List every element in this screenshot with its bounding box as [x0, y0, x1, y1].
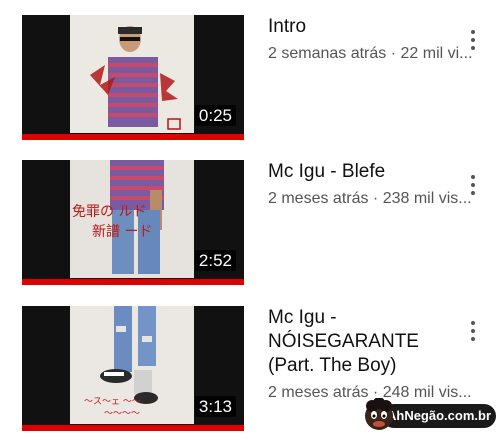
video-info[interactable]: Mc Igu - NÓISEGARANTE (Part. The Boy) 2 …: [268, 306, 472, 404]
mascot-face-icon: [362, 397, 396, 432]
video-info[interactable]: Intro 2 semanas atrás · 22 mil vi...: [268, 15, 473, 65]
watch-progress-bar: [22, 134, 244, 140]
site-watermark: AhNegão.com.br: [360, 396, 496, 436]
more-options-icon[interactable]: [466, 28, 480, 52]
watch-progress-bar: [22, 425, 244, 431]
duration-badge: 3:13: [194, 396, 236, 417]
duration-badge: 2:52: [194, 250, 236, 271]
svg-text:免罪の ルド: 免罪の ルド: [72, 204, 146, 220]
video-thumbnail[interactable]: 0:25: [22, 15, 244, 140]
duration-badge: 0:25: [194, 105, 236, 126]
thumbnail-image: 免罪の ルド 新譜 ード: [70, 160, 194, 278]
video-meta: 2 meses atrás · 238 mil vis...: [268, 190, 472, 207]
video-title[interactable]: Mc Igu - NÓISEGARANTE (Part. The Boy): [268, 306, 468, 378]
thumbnail-image: 〜ス〜ェ 〜〜 〜〜〜〜: [70, 306, 194, 424]
watch-progress-bar: [22, 279, 244, 285]
video-title[interactable]: Mc Igu - Blefe: [268, 160, 468, 184]
more-options-icon[interactable]: [466, 173, 480, 197]
video-thumbnail[interactable]: 免罪の ルド 新譜 ード 2:52: [22, 160, 244, 285]
watermark-text: AhNegão.com.br: [382, 404, 496, 428]
thumbnail-image: [70, 15, 194, 133]
video-meta: 2 semanas atrás · 22 mil vi...: [268, 45, 473, 62]
video-thumbnail[interactable]: 〜ス〜ェ 〜〜 〜〜〜〜 3:13: [22, 306, 244, 431]
more-options-icon[interactable]: [466, 319, 480, 343]
svg-text:新譜 ード: 新譜 ード: [92, 224, 152, 240]
video-info[interactable]: Mc Igu - Blefe 2 meses atrás · 238 mil v…: [268, 160, 472, 210]
video-item[interactable]: 免罪の ルド 新譜 ード 2:52 Mc Igu - Blefe 2 meses…: [0, 160, 500, 285]
svg-text:〜〜〜〜: 〜〜〜〜: [104, 409, 140, 419]
svg-text:〜ス〜ェ 〜〜: 〜ス〜ェ 〜〜: [84, 397, 141, 407]
video-item[interactable]: 0:25 Intro 2 semanas atrás · 22 mil vi..…: [0, 15, 500, 140]
video-title[interactable]: Intro: [268, 15, 468, 39]
